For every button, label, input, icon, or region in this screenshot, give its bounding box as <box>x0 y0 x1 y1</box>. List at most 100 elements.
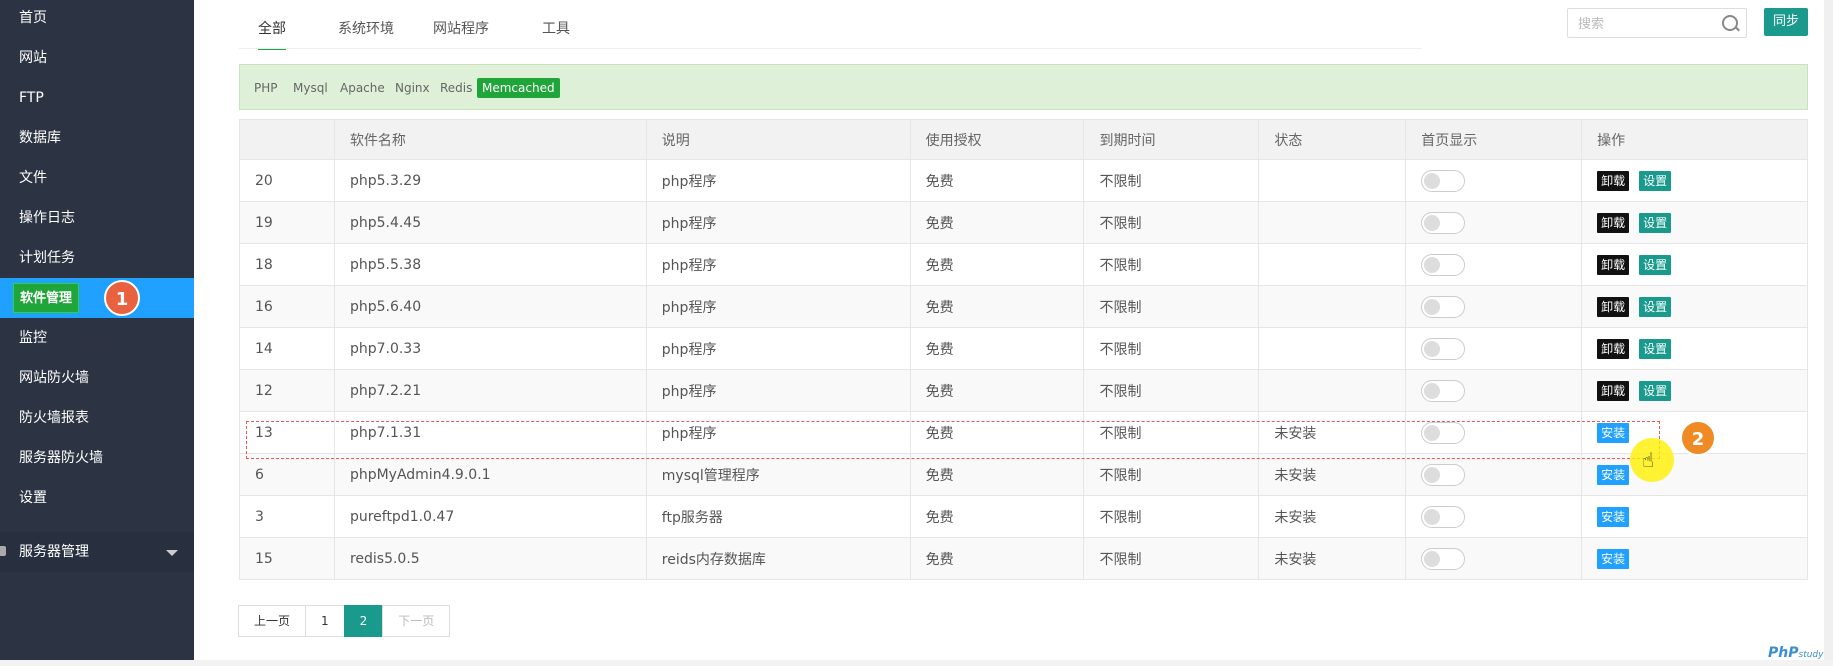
uninstall-button[interactable]: 卸载 <box>1597 338 1630 359</box>
sidebar-item-label: 软件管理 <box>13 283 80 313</box>
homepage-toggle[interactable] <box>1421 379 1466 402</box>
page-button-1[interactable]: 1 <box>305 605 345 637</box>
sidebar-item-cron[interactable]: 计划任务 <box>0 238 194 278</box>
cell-homepage <box>1405 369 1583 412</box>
sidebar-item-database[interactable]: 数据库 <box>0 118 194 158</box>
uninstall-button[interactable]: 卸载 <box>1597 170 1630 191</box>
filter-memcached[interactable]: Memcached <box>477 78 560 98</box>
cell-homepage <box>1405 411 1583 454</box>
sidebar-sub-label: 服务器管理 <box>19 544 89 560</box>
install-button[interactable]: 安装 <box>1597 548 1630 569</box>
tab-web-apps[interactable]: 网站程序 <box>433 10 489 48</box>
sync-button[interactable]: 同步 <box>1764 8 1808 36</box>
sidebar-item-label: 首页 <box>19 10 47 26</box>
cell-name: php5.6.40 <box>333 285 647 328</box>
cell-id: 18 <box>239 243 335 286</box>
install-button[interactable]: 安装 <box>1597 506 1630 527</box>
filter-apache[interactable]: Apache <box>338 78 387 98</box>
cell-id: 16 <box>239 285 335 328</box>
homepage-toggle[interactable] <box>1421 295 1466 318</box>
cell-status <box>1258 159 1407 202</box>
cell-license: 免费 <box>909 369 1085 412</box>
sidebar-item-label: 监控 <box>19 330 47 346</box>
settings-button[interactable]: 设置 <box>1639 296 1672 317</box>
cell-actions: 卸载 设置 <box>1581 159 1808 202</box>
install-button[interactable]: 安装 <box>1597 464 1630 485</box>
settings-button[interactable]: 设置 <box>1639 212 1672 233</box>
filter-php[interactable]: PHP <box>252 78 280 98</box>
sidebar-item-label: FTP <box>19 90 44 106</box>
cell-license: 免费 <box>909 411 1085 454</box>
sidebar-item-website[interactable]: 网站 <box>0 38 194 78</box>
cell-expire: 不限制 <box>1083 327 1260 370</box>
page-button-2[interactable]: 2 <box>343 605 384 637</box>
tab-label: 全部 <box>258 21 286 37</box>
filter-nginx[interactable]: Nginx <box>393 78 432 98</box>
settings-button[interactable]: 设置 <box>1639 170 1672 191</box>
cell-status: 未安装 <box>1258 495 1407 538</box>
cell-id: 3 <box>239 495 335 538</box>
hand-cursor-icon: ☝ <box>88 326 101 350</box>
homepage-toggle[interactable] <box>1421 169 1466 192</box>
cell-id: 19 <box>239 201 335 244</box>
sidebar-item-logs[interactable]: 操作日志 <box>0 198 194 238</box>
prev-page-button[interactable]: 上一页 <box>238 605 307 637</box>
sidebar-item-label: 计划任务 <box>19 250 75 266</box>
cell-homepage <box>1405 453 1583 496</box>
homepage-toggle[interactable] <box>1421 421 1466 444</box>
sidebar-server-management[interactable]: 服务器管理 <box>0 532 194 572</box>
cell-desc: php程序 <box>645 369 911 412</box>
uninstall-button[interactable]: 卸载 <box>1597 254 1630 275</box>
uninstall-button[interactable]: 卸载 <box>1597 296 1630 317</box>
filter-mysql[interactable]: Mysql <box>291 78 330 98</box>
tab-system-env[interactable]: 系统环境 <box>338 10 394 48</box>
table-row: 6 phpMyAdmin4.9.0.1 mysql管理程序 免费 不限制 未安装… <box>239 453 1808 496</box>
table-row: 3 pureftpd1.0.47 ftp服务器 免费 不限制 未安装 安装 <box>239 495 1808 538</box>
sidebar-item-home[interactable]: 首页 <box>0 0 194 38</box>
search-input[interactable] <box>1568 9 1730 39</box>
cell-desc: php程序 <box>645 411 911 454</box>
search-icon[interactable] <box>1722 15 1738 31</box>
install-button[interactable]: 安装 <box>1597 422 1630 443</box>
cell-status: 未安装 <box>1258 411 1407 454</box>
homepage-toggle[interactable] <box>1421 337 1466 360</box>
cell-actions: 卸载 设置 <box>1581 243 1808 286</box>
homepage-toggle[interactable] <box>1421 211 1466 234</box>
settings-button[interactable]: 设置 <box>1639 338 1672 359</box>
filter-bar: PHP Mysql Apache Nginx Redis Memcached <box>239 64 1808 110</box>
cell-actions: 安装 <box>1581 537 1808 580</box>
homepage-toggle[interactable] <box>1421 253 1466 276</box>
search-box[interactable] <box>1567 8 1747 39</box>
settings-button[interactable]: 设置 <box>1639 380 1672 401</box>
sidebar-item-firewall-report[interactable]: 防火墙报表 <box>0 398 194 438</box>
cell-expire: 不限制 <box>1083 411 1260 454</box>
cell-expire: 不限制 <box>1083 159 1260 202</box>
hand-cursor-icon: ☝ <box>1642 448 1655 472</box>
cell-expire: 不限制 <box>1083 453 1260 496</box>
sidebar-item-server-firewall[interactable]: 服务器防火墙 <box>0 438 194 478</box>
sidebar-item-files[interactable]: 文件 <box>0 158 194 198</box>
uninstall-button[interactable]: 卸载 <box>1597 380 1630 401</box>
software-table: 软件名称 说明 使用授权 到期时间 状态 首页显示 操作 20 php5.3.2… <box>239 119 1808 580</box>
uninstall-button[interactable]: 卸载 <box>1597 212 1630 233</box>
tab-tools[interactable]: 工具 <box>542 10 570 48</box>
filter-redis[interactable]: Redis <box>438 78 474 98</box>
settings-button[interactable]: 设置 <box>1639 254 1672 275</box>
cell-desc: mysql管理程序 <box>645 453 911 496</box>
sidebar-item-waf[interactable]: 网站防火墙 <box>0 358 194 398</box>
cell-status: 未安装 <box>1258 453 1407 496</box>
cell-expire: 不限制 <box>1083 201 1260 244</box>
sidebar-item-label: 设置 <box>19 490 47 506</box>
cell-actions: 安装 <box>1581 495 1808 538</box>
homepage-toggle[interactable] <box>1421 547 1466 570</box>
sidebar-item-software[interactable]: 软件管理 <box>0 278 194 318</box>
homepage-toggle[interactable] <box>1421 463 1466 486</box>
homepage-toggle[interactable] <box>1421 505 1466 528</box>
sidebar-item-label: 操作日志 <box>19 210 75 226</box>
sidebar-item-settings[interactable]: 设置 <box>0 478 194 518</box>
sidebar-item-ftp[interactable]: FTP <box>0 78 194 118</box>
next-page-button[interactable]: 下一页 <box>382 605 451 637</box>
tab-label: 网站程序 <box>433 21 489 37</box>
tab-all[interactable]: 全部 <box>258 10 286 50</box>
cell-homepage <box>1405 327 1583 370</box>
